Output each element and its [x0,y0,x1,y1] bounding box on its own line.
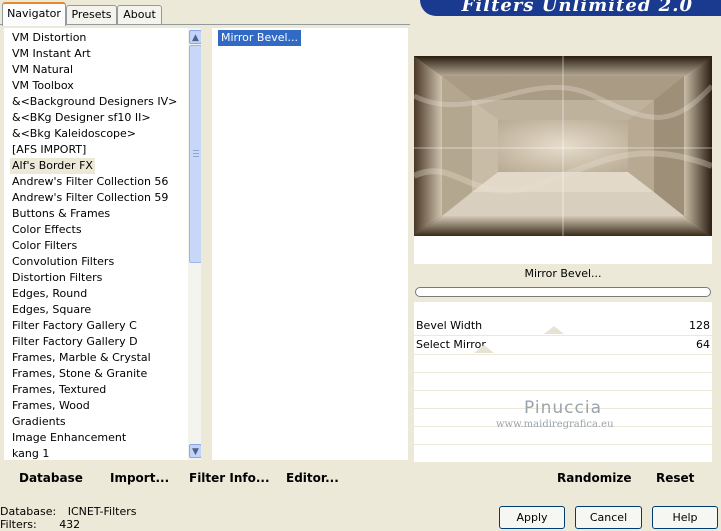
cancel-button[interactable]: Cancel [575,506,642,529]
tab-navigator[interactable]: Navigator [2,2,66,26]
category-item[interactable]: &<BKg Designer sf10 II> [10,110,153,126]
category-item[interactable]: VM Toolbox [10,78,76,94]
category-item[interactable]: Filter Factory Gallery D [10,334,140,350]
category-item[interactable]: Edges, Square [10,302,93,318]
param-slider[interactable] [474,337,574,353]
category-item[interactable]: &<Background Designers IV> [10,94,179,110]
status-database-label: Database: [0,505,57,518]
status-filters-value: 432 [59,518,81,531]
scroll-up-icon[interactable]: ▲ [189,30,201,44]
preview-gap [414,236,712,264]
banner-title: Filters Unlimited 2.0 [461,0,693,16]
category-list[interactable]: ▲ ▼ VM Distortion VM Instant Art VM Natura… [4,28,201,460]
progress-bar [415,287,711,297]
tab-about[interactable]: About [117,5,162,24]
category-item[interactable]: Frames, Stone & Granite [10,366,149,382]
reset-button[interactable]: Reset [656,470,694,486]
param-label: Bevel Width [416,319,483,332]
category-item[interactable]: Filter Factory Gallery C [10,318,139,334]
category-item[interactable]: Alf's Border FX [10,158,95,174]
category-item[interactable]: [AFS IMPORT] [10,142,88,158]
category-item[interactable]: Andrew's Filter Collection 56 [10,174,170,190]
filter-name-label: Mirror Bevel... [414,264,712,284]
param-value: 64 [696,338,710,351]
watermark-name: Pinuccia [524,398,602,418]
mirror-bevel-preview [414,56,712,236]
randomize-button[interactable]: Randomize [557,470,631,486]
filter-list[interactable]: Mirror Bevel... [212,28,408,460]
category-item[interactable]: Frames, Marble & Crystal [10,350,153,366]
category-item[interactable]: Andrew's Filter Collection 59 [10,190,170,206]
editor-button[interactable]: Editor... [286,470,339,486]
scroll-down-icon[interactable]: ▼ [189,444,201,458]
title-banner: Filters Unlimited 2.0 [420,0,721,16]
category-item[interactable]: Convolution Filters [10,254,116,270]
category-item[interactable]: Buttons & Frames [10,206,112,222]
category-item[interactable]: Frames, Wood [10,398,92,414]
database-button[interactable]: Database [19,470,83,486]
watermark-site: www.maidiregrafica.eu [496,419,614,430]
category-item[interactable]: &<Bkg Kaleidoscope> [10,126,138,142]
status-database: Database: ICNET-Filters [0,505,136,518]
category-item[interactable]: Edges, Round [10,286,89,302]
category-item[interactable]: VM Distortion [10,30,88,46]
param-row-select-mirror[interactable]: Select Mirror 64 [414,337,712,353]
param-row-bevel-width[interactable]: Bevel Width 128 [414,318,712,334]
category-item[interactable]: VM Natural [10,62,75,78]
category-item[interactable]: Color Effects [10,222,84,238]
param-slider[interactable] [544,318,644,334]
help-button[interactable]: Help [652,506,718,529]
filter-info-button[interactable]: Filter Info... [189,470,270,486]
category-item[interactable]: VM Instant Art [10,46,93,62]
param-value: 128 [689,319,710,332]
category-item[interactable]: Image Enhancement [10,430,128,446]
category-item[interactable]: Color Filters [10,238,79,254]
category-item[interactable]: Gradients [10,414,68,430]
status-database-value: ICNET-Filters [67,505,137,518]
import-button[interactable]: Import... [110,470,169,486]
scroll-thumb[interactable] [189,45,201,263]
tab-presets[interactable]: Presets [66,5,117,24]
preview-image [414,56,712,236]
apply-button[interactable]: Apply [499,506,565,529]
category-scrollbar[interactable]: ▲ ▼ [188,28,201,460]
category-item[interactable]: Frames, Textured [10,382,108,398]
status-filters: Filters: 432 [0,518,80,531]
category-item[interactable]: kang 1 [10,446,51,460]
filter-item-mirror-bevel[interactable]: Mirror Bevel... [218,30,302,46]
status-filters-label: Filters: [0,518,37,531]
category-item[interactable]: Distortion Filters [10,270,104,286]
